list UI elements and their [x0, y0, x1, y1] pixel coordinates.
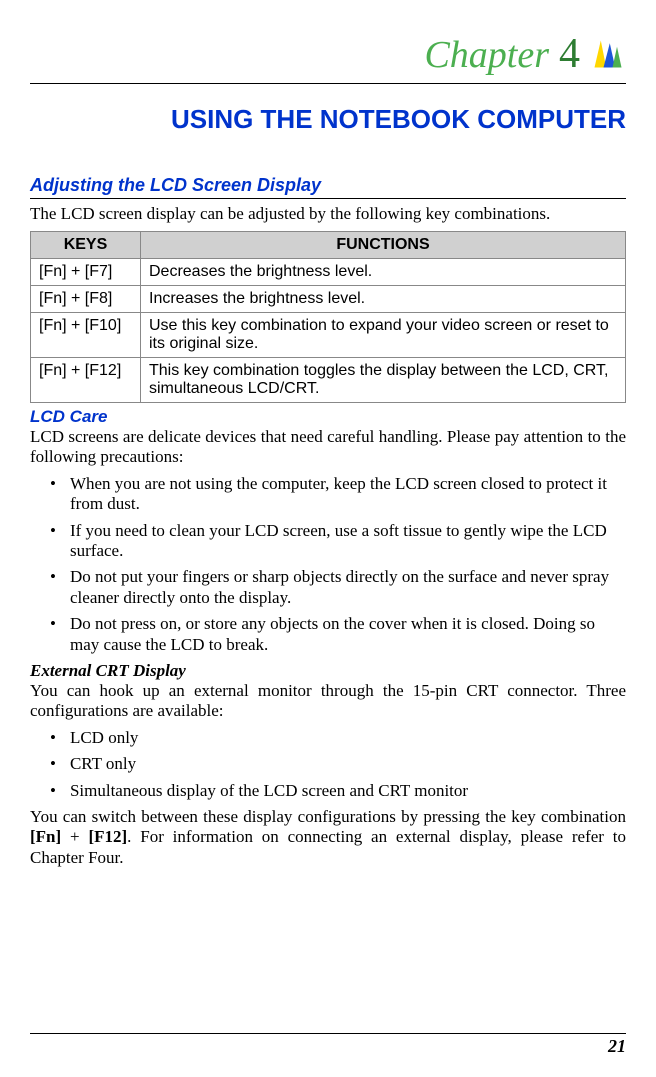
- key-functions-table: KEYS FUNCTIONS [Fn] + [F7] Decreases the…: [30, 231, 626, 403]
- section-external-crt-title: External CRT Display: [30, 661, 626, 681]
- table-row: [Fn] + [F12] This key combination toggle…: [31, 358, 626, 403]
- list-item: If you need to clean your LCD screen, us…: [30, 521, 626, 562]
- section-adjusting-intro: The LCD screen display can be adjusted b…: [30, 203, 626, 225]
- f12-key-label: [F12]: [88, 827, 127, 846]
- table-cell-key: [Fn] + [F7]: [31, 259, 141, 286]
- chapter-word: Chapter: [424, 34, 549, 76]
- closing-text: You can switch between these display con…: [30, 807, 626, 826]
- list-item: LCD only: [30, 728, 626, 748]
- section-lcd-care-intro: LCD screens are delicate devices that ne…: [30, 427, 626, 468]
- page-title: USING THE NOTEBOOK COMPUTER: [30, 104, 626, 135]
- table-header-functions: FUNCTIONS: [141, 232, 626, 259]
- section-external-crt-intro: You can hook up an external monitor thro…: [30, 681, 626, 722]
- chapter-header: Chapter 4: [30, 30, 626, 78]
- chapter-logo-icon: [590, 36, 626, 72]
- list-item: Do not put your fingers or sharp objects…: [30, 567, 626, 608]
- table-header-keys: KEYS: [31, 232, 141, 259]
- table-cell-key: [Fn] + [F10]: [31, 313, 141, 358]
- table-cell-func: Increases the brightness level.: [141, 286, 626, 313]
- plus-text: +: [61, 827, 88, 846]
- table-row: [Fn] + [F10] Use this key combination to…: [31, 313, 626, 358]
- page-footer: 21: [30, 1033, 626, 1057]
- table-cell-key: [Fn] + [F12]: [31, 358, 141, 403]
- table-cell-key: [Fn] + [F8]: [31, 286, 141, 313]
- list-item: Simultaneous display of the LCD screen a…: [30, 781, 626, 801]
- list-item: When you are not using the computer, kee…: [30, 474, 626, 515]
- lcd-care-list: When you are not using the computer, kee…: [30, 474, 626, 655]
- chapter-number: 4: [559, 31, 580, 77]
- table-cell-func: Decreases the brightness level.: [141, 259, 626, 286]
- table-row: [Fn] + [F7] Decreases the brightness lev…: [31, 259, 626, 286]
- section-adjusting-title: Adjusting the LCD Screen Display: [30, 175, 626, 199]
- chapter-label: Chapter 4: [424, 30, 580, 78]
- table-cell-func: Use this key combination to expand your …: [141, 313, 626, 358]
- section-external-crt-closing: You can switch between these display con…: [30, 807, 626, 868]
- footer-divider: [30, 1033, 626, 1034]
- table-cell-func: This key combination toggles the display…: [141, 358, 626, 403]
- page-number: 21: [30, 1036, 626, 1057]
- header-divider: [30, 83, 626, 84]
- list-item: Do not press on, or store any objects on…: [30, 614, 626, 655]
- crt-config-list: LCD only CRT only Simultaneous display o…: [30, 728, 626, 801]
- table-row: [Fn] + [F8] Increases the brightness lev…: [31, 286, 626, 313]
- list-item: CRT only: [30, 754, 626, 774]
- fn-key-label: [Fn]: [30, 827, 61, 846]
- section-lcd-care-title: LCD Care: [30, 407, 626, 427]
